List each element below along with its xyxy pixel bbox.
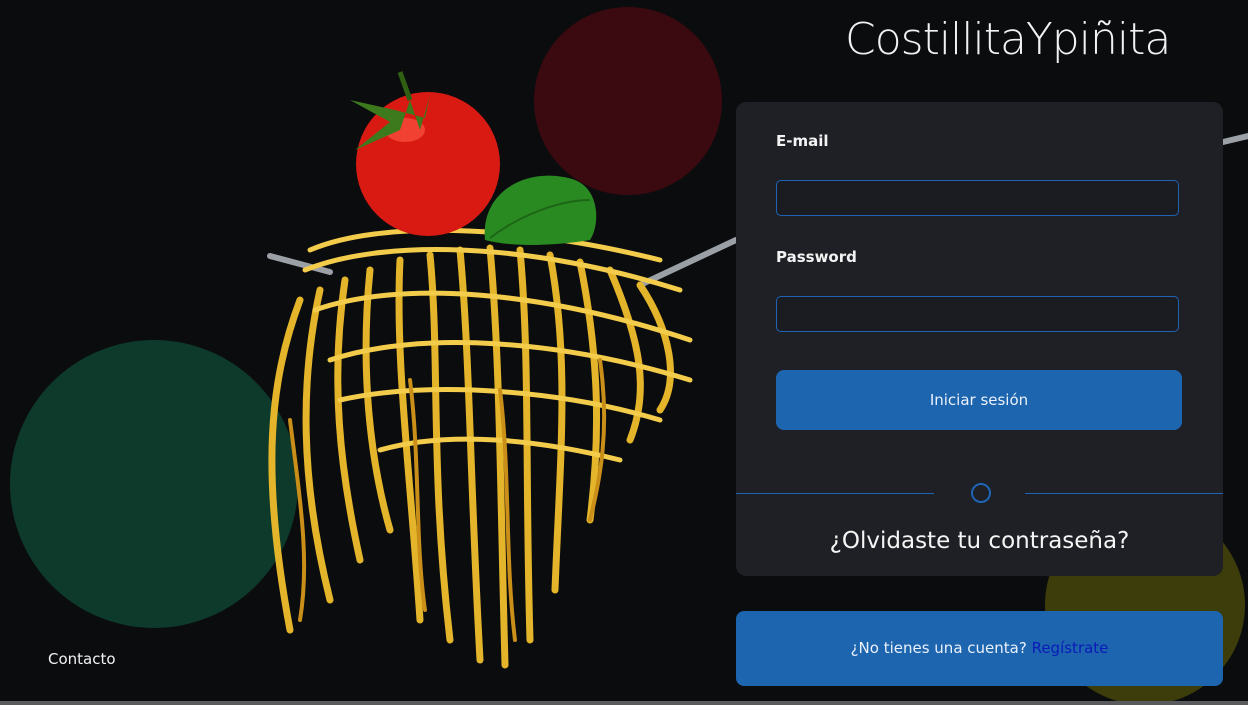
login-button[interactable]: Iniciar sesión	[776, 370, 1182, 430]
divider-left	[736, 493, 934, 494]
divider-right	[1025, 493, 1223, 494]
signup-prompt: ¿No tienes una cuenta?	[850, 639, 1032, 657]
signup-link[interactable]: Regístrate	[1032, 639, 1109, 657]
brand-title: CostillitaYpiñita	[845, 14, 1171, 65]
divider-circle-icon	[971, 483, 991, 503]
contact-link[interactable]: Contacto	[48, 650, 116, 668]
login-card: E-mail Password Iniciar sesión ¿Olvidast…	[736, 102, 1223, 576]
decor-circle-green	[10, 340, 298, 628]
forgot-password-link[interactable]: ¿Olvidaste tu contraseña?	[736, 528, 1223, 554]
signup-panel: ¿No tienes una cuenta? Regístrate	[736, 611, 1223, 686]
password-field[interactable]	[776, 296, 1179, 332]
decor-circle-red	[534, 7, 722, 195]
bottom-border	[0, 701, 1248, 705]
email-field[interactable]	[776, 180, 1179, 216]
password-label: Password	[776, 248, 857, 266]
email-label: E-mail	[776, 132, 829, 150]
